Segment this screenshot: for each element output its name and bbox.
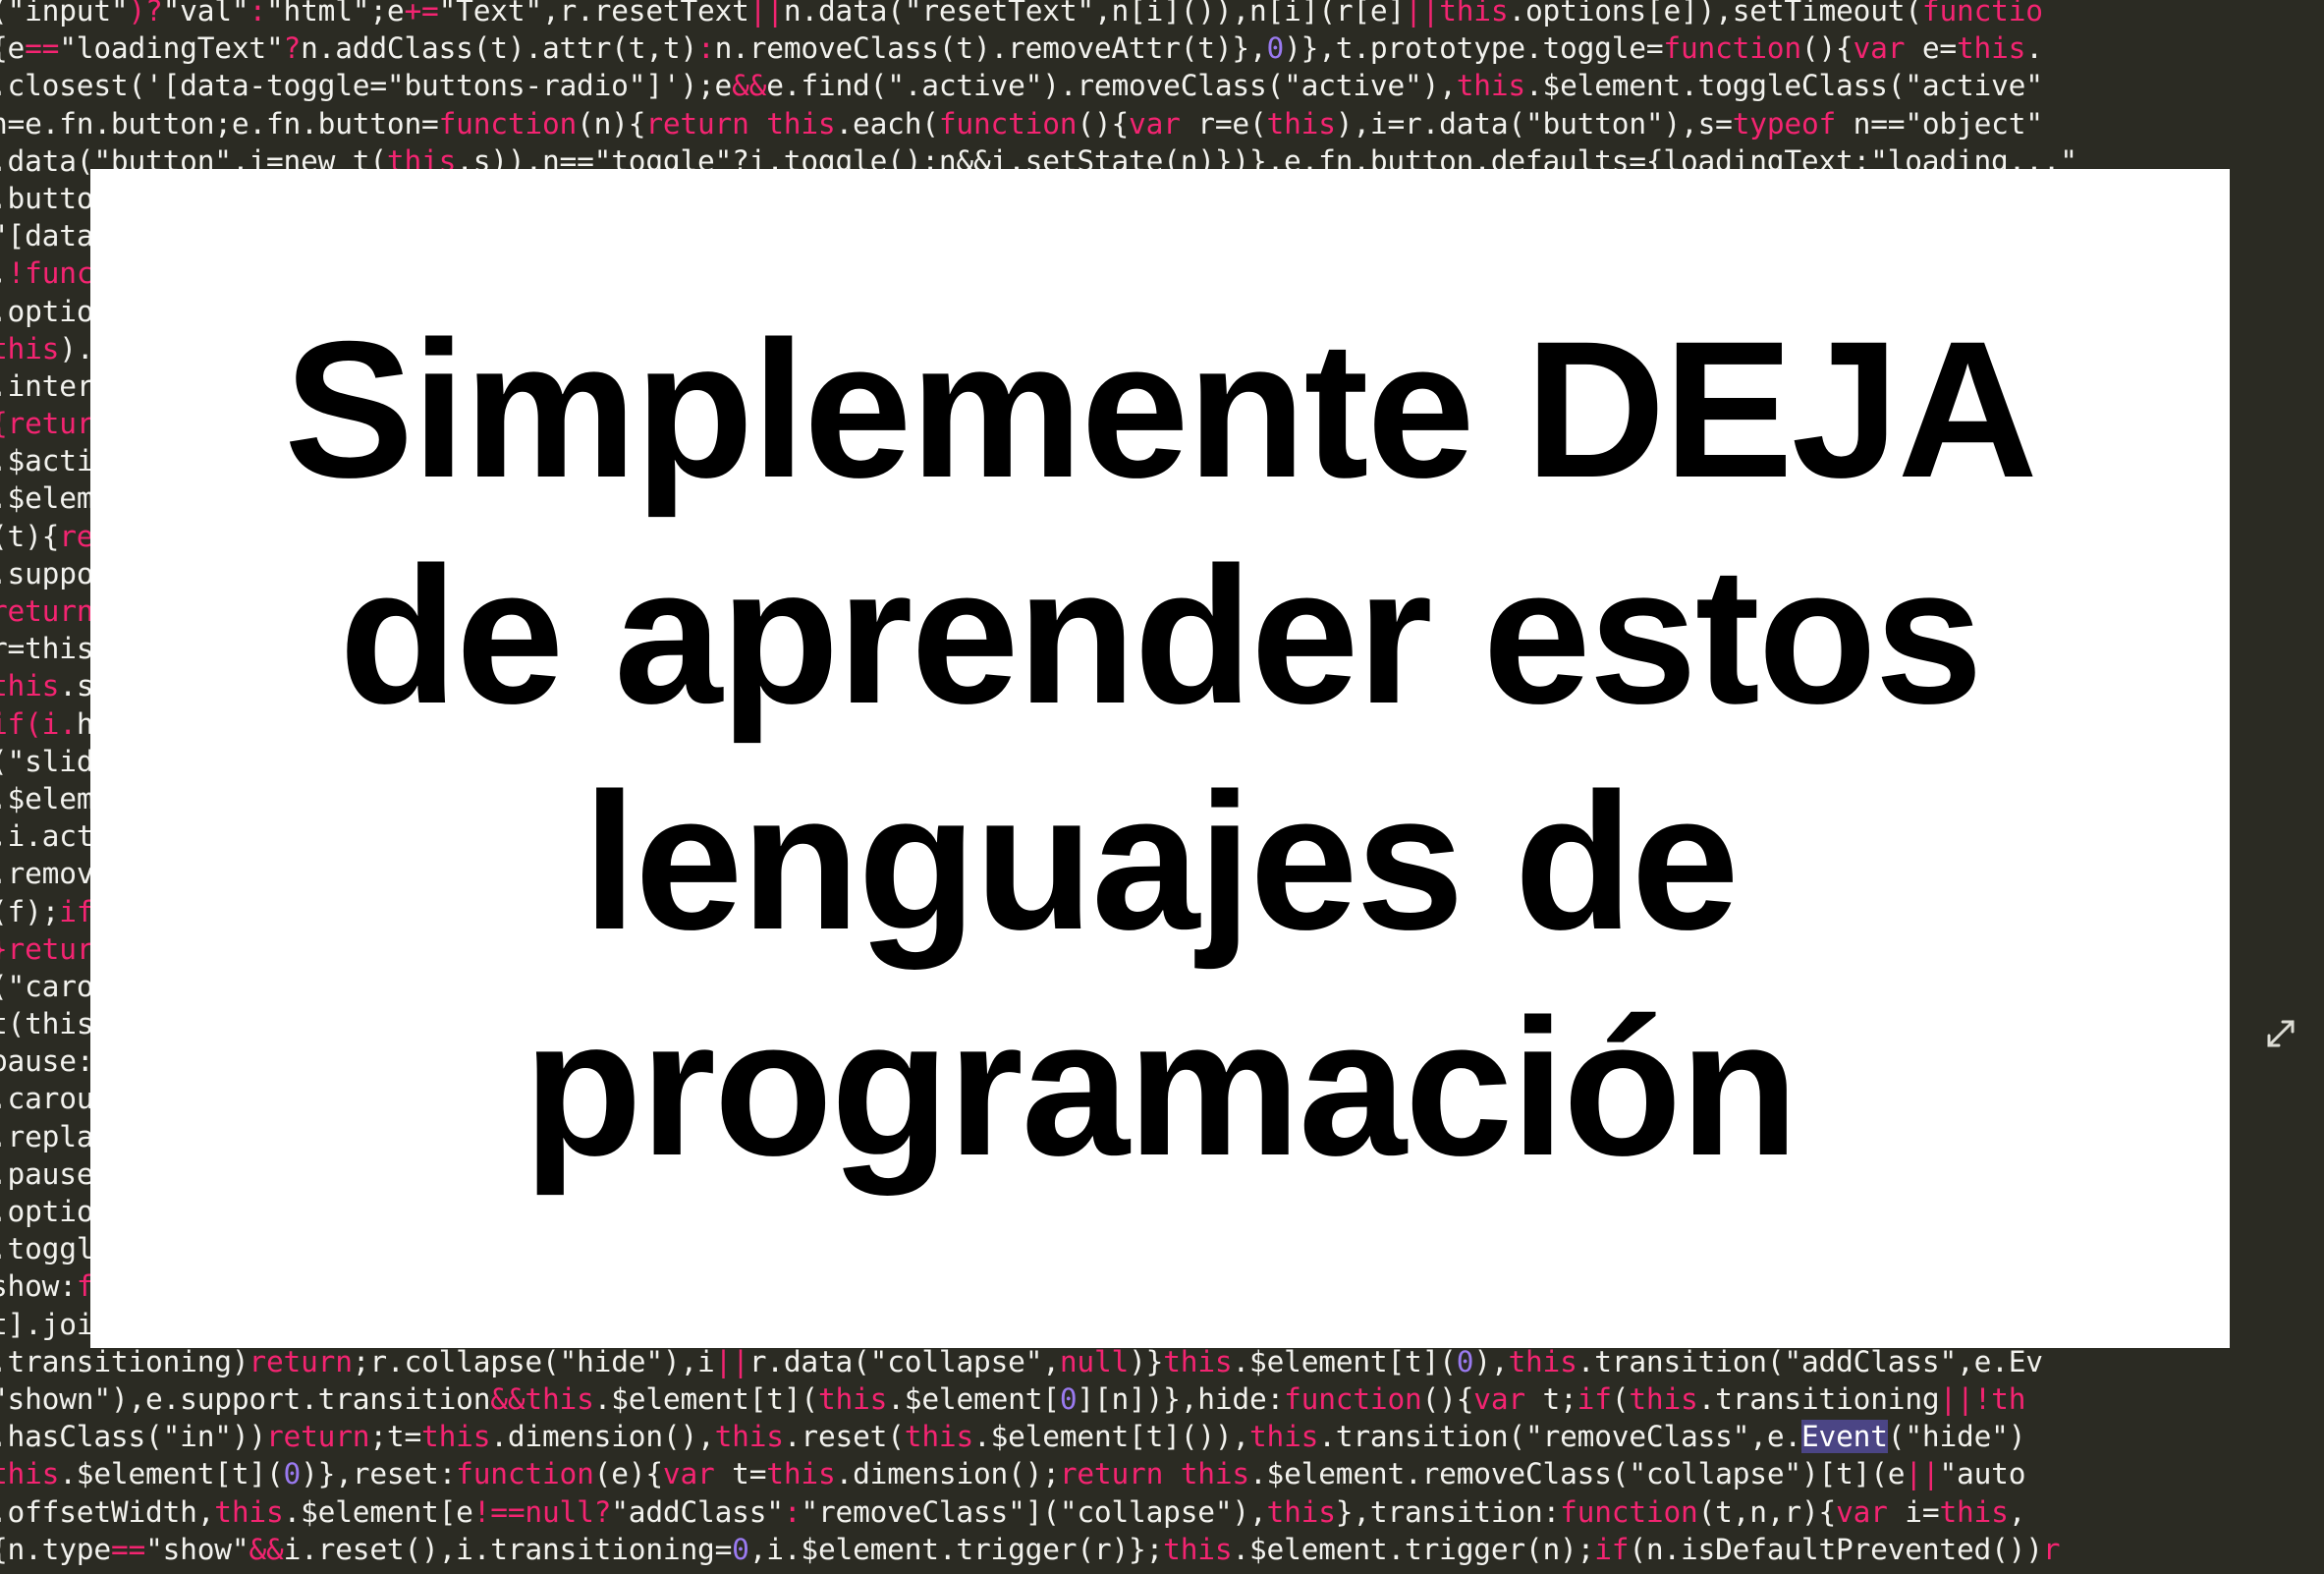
code-line: {n.type=="show"&&i.reset(),i.transitioni… xyxy=(0,1532,2061,1566)
code-line: .transitioning)return;r.collapse("hide")… xyxy=(0,1344,2043,1378)
title-line-3: lenguajes de xyxy=(582,753,1739,970)
code-line: "shown"),e.support.transition&&this.$ele… xyxy=(0,1381,2026,1416)
code-line: .hasClass("in"))return;t=this.dimension(… xyxy=(0,1420,2026,1454)
title-card-text: Simplemente DEJA de aprender estos lenguaj… xyxy=(130,297,2190,1201)
code-line: {e=="loadingText"?n.addClass(t).attr(t,t… xyxy=(0,31,2043,66)
code-line: .offsetWidth,this.$element[e!==null?"add… xyxy=(0,1494,2026,1529)
code-line: ("input")?"val":"html";e+="Text",r.reset… xyxy=(0,0,2043,28)
title-line-1: Simplemente DEJA xyxy=(284,301,2038,518)
title-line-2: de aprender estos xyxy=(339,527,1983,744)
title-line-4: programación xyxy=(523,979,1798,1196)
code-line: this.$element[t](0)},reset:function(e){v… xyxy=(0,1457,2026,1491)
code-line: .closest('[data-toggle="buttons-radio"]'… xyxy=(0,69,2043,103)
code-line: n=e.fn.button;e.fn.button=function(n){re… xyxy=(0,106,2043,141)
screenshot-root: ("input")?"val":"html";e+="Text",r.reset… xyxy=(0,0,2324,1574)
title-card-panel: Simplemente DEJA de aprender estos lenguaj… xyxy=(90,169,2230,1348)
